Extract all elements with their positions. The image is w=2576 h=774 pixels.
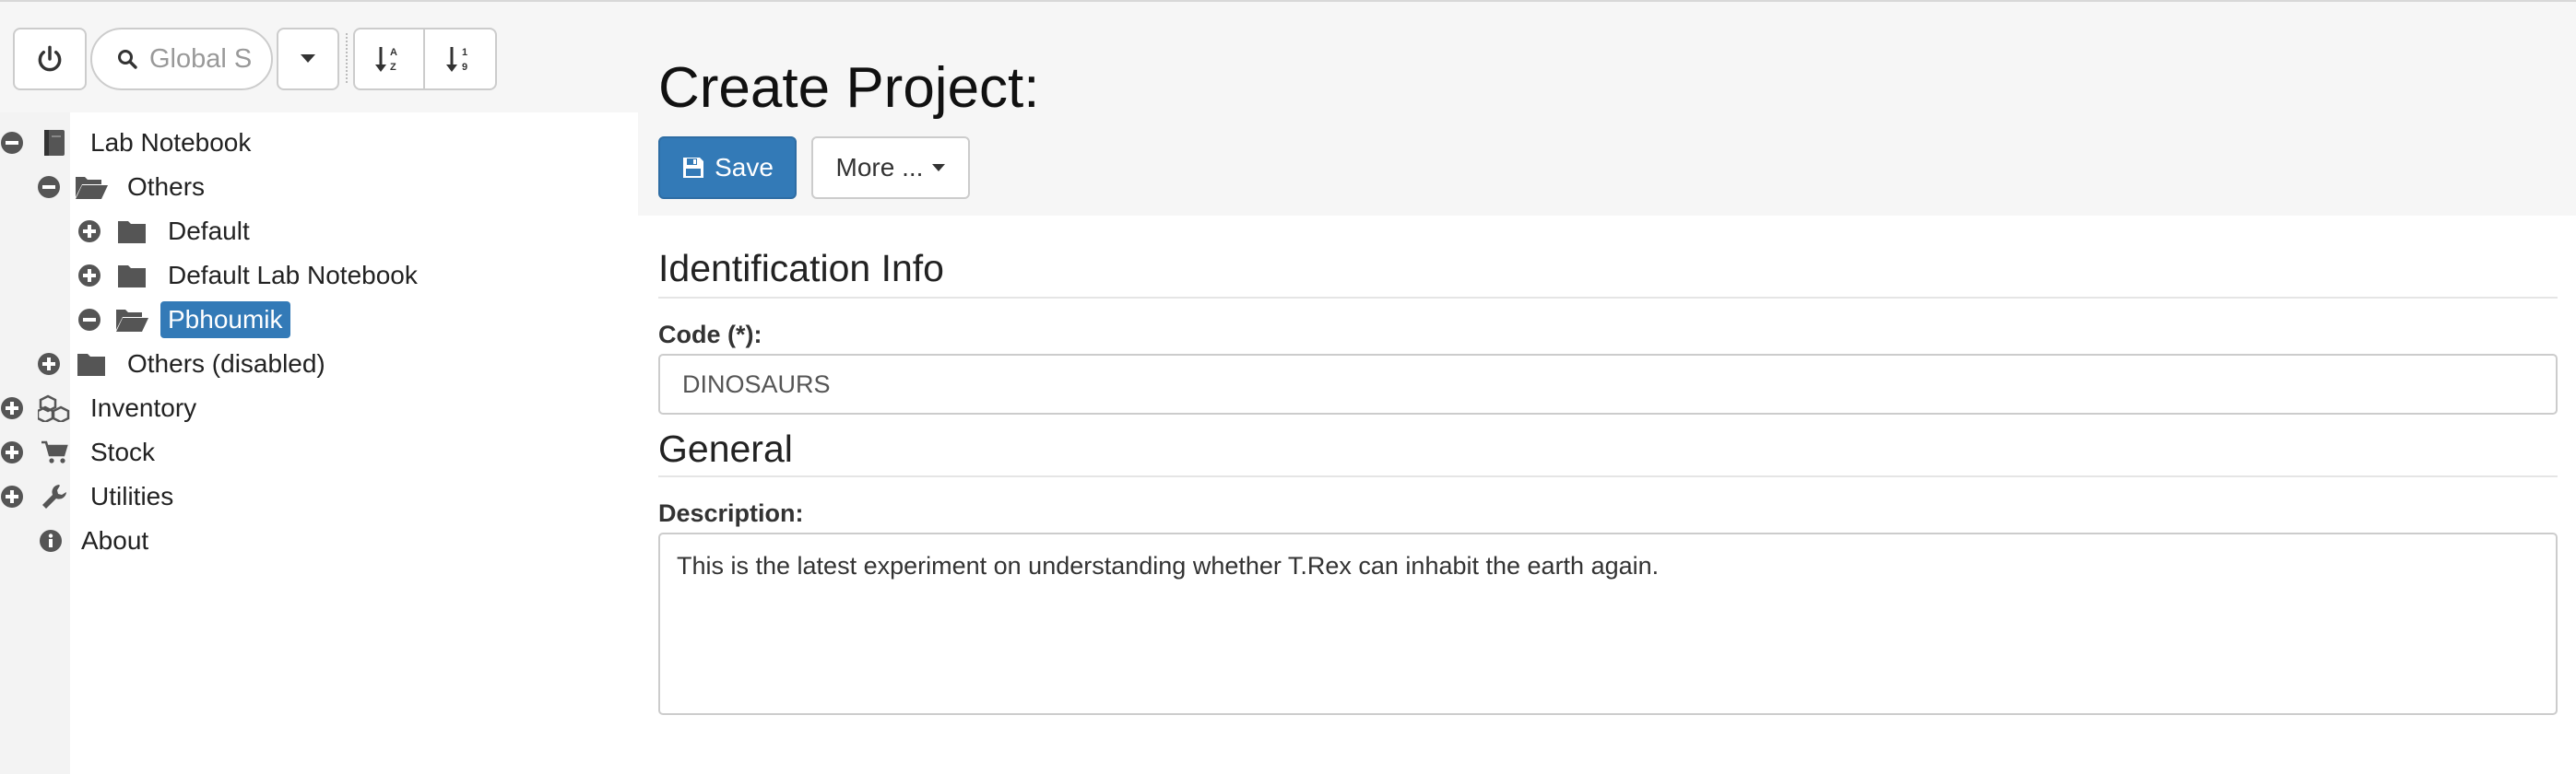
tree-node-others[interactable]: Others [37,166,212,208]
toolbar-separator [346,33,348,83]
description-textarea[interactable]: This is the latest experiment on underst… [658,533,2558,715]
tree-node-label: Stock [90,438,156,466]
sidebar-toolbar: A Z 1 9 [0,2,638,112]
floppy-disk-icon [683,158,704,178]
more-button-label: More ... [835,153,924,182]
description-label: Description: [658,499,804,527]
wrench-icon [37,481,72,512]
tree-node-label: Lab Notebook [90,128,252,157]
folder-icon [114,216,149,247]
tree-node-label: Default [168,217,250,245]
caret-down-icon [301,54,315,63]
expand-icon[interactable] [37,352,61,376]
cubes-icon [37,393,72,424]
folder-open-icon [114,304,149,335]
tree-node-label: Others (disabled) [127,349,325,378]
expand-icon[interactable] [77,264,101,287]
sort-alpha-icon: A Z [375,47,397,73]
tree-node-label: Utilities [90,482,174,510]
code-input[interactable]: DINOSAURS [658,354,2558,415]
tree-node-about[interactable]: About [37,520,156,562]
section-divider [658,297,2558,299]
tree-node-label: Inventory [90,393,197,422]
tree-node-others-disabled[interactable]: Others (disabled) [37,343,333,385]
cart-icon [37,437,72,468]
page-title: Create Project: [658,56,1040,120]
sort-numeric-icon: 1 9 [446,47,467,73]
folder-icon [74,348,109,380]
search-icon [118,50,137,69]
expand-icon[interactable] [0,440,24,464]
tree-node-default-lab-notebook[interactable]: Default Lab Notebook [77,254,425,297]
info-icon [37,525,65,557]
section-divider [658,475,2558,477]
collapse-icon[interactable] [77,308,101,332]
tree-node-stock[interactable]: Stock [0,431,162,474]
tree-node-label: About [81,526,149,555]
collapse-icon[interactable] [37,175,61,199]
sort-alpha-button[interactable]: A Z [353,28,425,90]
tree-node-label: Default Lab Notebook [168,261,418,289]
tree-node-inventory[interactable]: Inventory [0,387,204,429]
folder-open-icon [74,171,109,203]
tree-node-pbhoumik[interactable]: Pbhoumik [77,299,290,341]
book-icon [37,127,72,158]
search-options-dropdown[interactable] [277,28,339,90]
more-dropdown-button[interactable]: More ... [811,136,970,199]
caret-down-icon [932,164,946,171]
sort-numeric-button[interactable]: 1 9 [423,28,497,90]
global-search[interactable] [90,28,273,90]
expand-icon[interactable] [0,396,24,420]
tree-node-lab-notebook[interactable]: Lab Notebook [0,122,258,164]
tree-node-label-selected: Pbhoumik [160,301,290,338]
tree-node-default[interactable]: Default [77,210,257,252]
svg-text:A: A [390,47,397,58]
section-title-general: General [658,428,793,470]
sidebar: A Z 1 9 Lab Notebook [0,2,638,774]
svg-text:1: 1 [462,47,467,58]
tree-node-utilities[interactable]: Utilities [0,475,181,518]
power-icon [38,45,62,72]
logout-button[interactable] [13,28,87,90]
save-button[interactable]: Save [658,136,797,199]
section-title-identification: Identification Info [658,247,944,289]
collapse-icon[interactable] [0,131,24,155]
svg-text:9: 9 [462,62,467,73]
code-label: Code (*): [658,321,762,348]
search-input[interactable] [148,42,253,76]
tree-node-label: Others [127,172,206,201]
expand-icon[interactable] [0,485,24,509]
folder-icon [114,260,149,291]
expand-icon[interactable] [77,219,101,243]
svg-text:Z: Z [390,62,396,73]
save-button-label: Save [715,153,774,182]
